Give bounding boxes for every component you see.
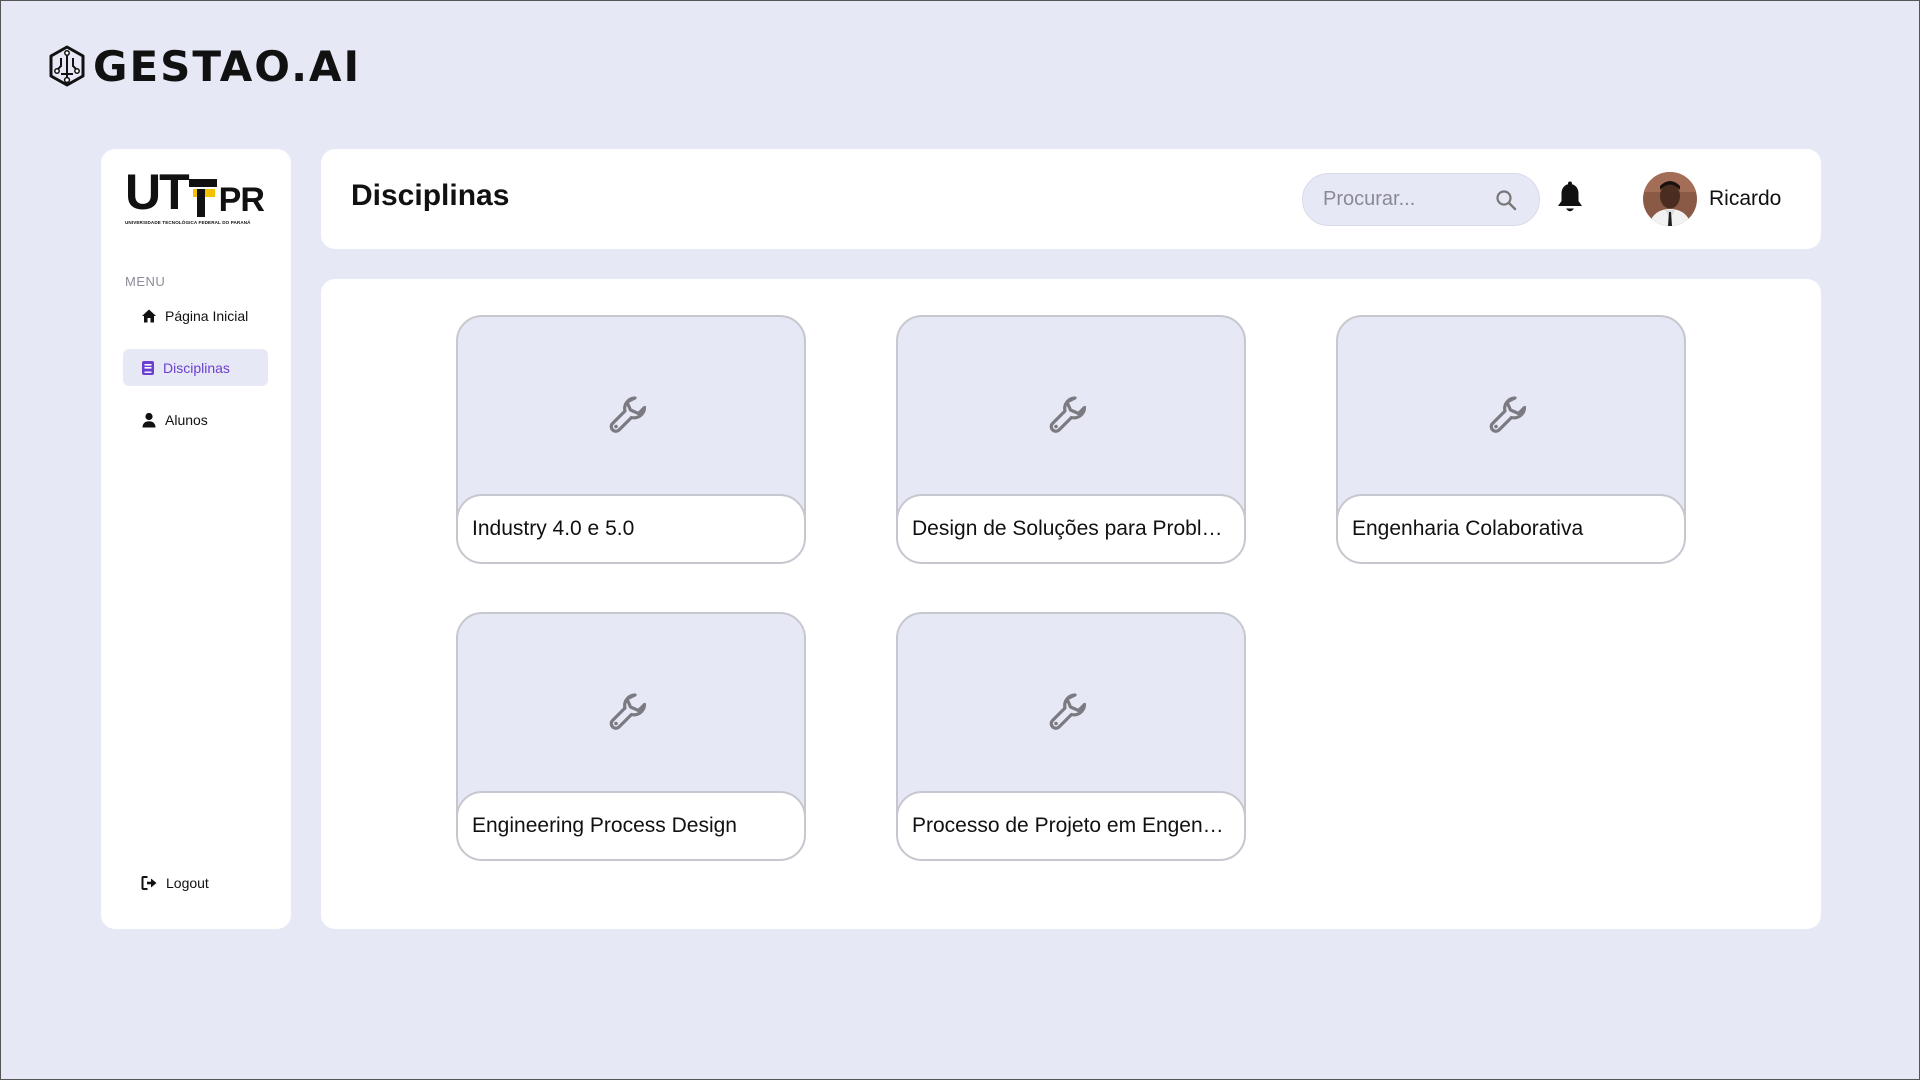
university-logo: UT PR UNIVERSIDADE TECNOLÓGICA FEDERAL D… (125, 167, 267, 227)
logout-button[interactable]: Logout (123, 864, 268, 901)
course-card-footer: Processo de Projeto em Engenhar... (898, 791, 1244, 859)
course-card-footer: Industry 4.0 e 5.0 (458, 494, 804, 562)
course-card[interactable]: Design de Soluções para Problem... (896, 315, 1246, 564)
search-box[interactable] (1302, 173, 1540, 226)
course-card[interactable]: Processo de Projeto em Engenhar... (896, 612, 1246, 861)
logout-icon (141, 875, 158, 891)
wrench-icon (607, 393, 655, 441)
course-title: Industry 4.0 e 5.0 (472, 517, 635, 540)
notification-bell-icon[interactable] (1555, 181, 1585, 220)
course-card-footer: Design de Soluções para Problem... (898, 494, 1244, 562)
menu-label: MENU (125, 274, 166, 289)
sidebar-item-label: Disciplinas (163, 359, 230, 376)
course-card[interactable]: Engenharia Colaborativa (1336, 315, 1686, 564)
sidebar-item-disciplinas[interactable]: Disciplinas (123, 349, 268, 386)
course-title: Engenharia Colaborativa (1352, 517, 1584, 540)
wrench-icon (1047, 393, 1095, 441)
sidebar-item-label: Página Inicial (165, 307, 249, 324)
course-card-footer: Engineering Process Design (458, 791, 804, 859)
brand-name: GESTAO.AI (93, 41, 362, 91)
logout-label: Logout (166, 874, 209, 891)
search-input[interactable] (1323, 174, 1483, 225)
course-title: Processo de Projeto em Engenhar... (912, 814, 1230, 837)
user-icon (141, 412, 157, 428)
header: Disciplinas Ricardo (321, 149, 1821, 249)
sidebar-item-pagina-inicial[interactable]: Página Inicial (123, 297, 268, 334)
course-card[interactable]: Industry 4.0 e 5.0 (456, 315, 806, 564)
user-profile[interactable]: Ricardo (1643, 172, 1781, 226)
book-icon (141, 360, 155, 376)
search-icon[interactable] (1495, 189, 1517, 216)
home-icon (141, 308, 157, 324)
sidebar: UT PR UNIVERSIDADE TECNOLÓGICA FEDERAL D… (101, 149, 291, 929)
wrench-icon (607, 690, 655, 738)
university-logo-subtitle: UNIVERSIDADE TECNOLÓGICA FEDERAL DO PARA… (125, 220, 251, 225)
sidebar-item-alunos[interactable]: Alunos (123, 401, 268, 438)
user-name: Ricardo (1709, 187, 1782, 210)
avatar[interactable] (1643, 172, 1697, 226)
sidebar-item-label: Alunos (165, 411, 208, 428)
course-title: Design de Soluções para Problem... (912, 517, 1230, 540)
course-title: Engineering Process Design (472, 814, 737, 837)
courses-panel: Industry 4.0 e 5.0 Design de Soluções pa… (321, 279, 1821, 929)
page-title: Disciplinas (351, 179, 510, 212)
wrench-icon (1487, 393, 1535, 441)
course-card[interactable]: Engineering Process Design (456, 612, 806, 861)
circuit-hexagon-icon (47, 44, 87, 88)
wrench-icon (1047, 690, 1095, 738)
course-card-footer: Engenharia Colaborativa (1338, 494, 1684, 562)
brand: GESTAO.AI (47, 41, 361, 91)
